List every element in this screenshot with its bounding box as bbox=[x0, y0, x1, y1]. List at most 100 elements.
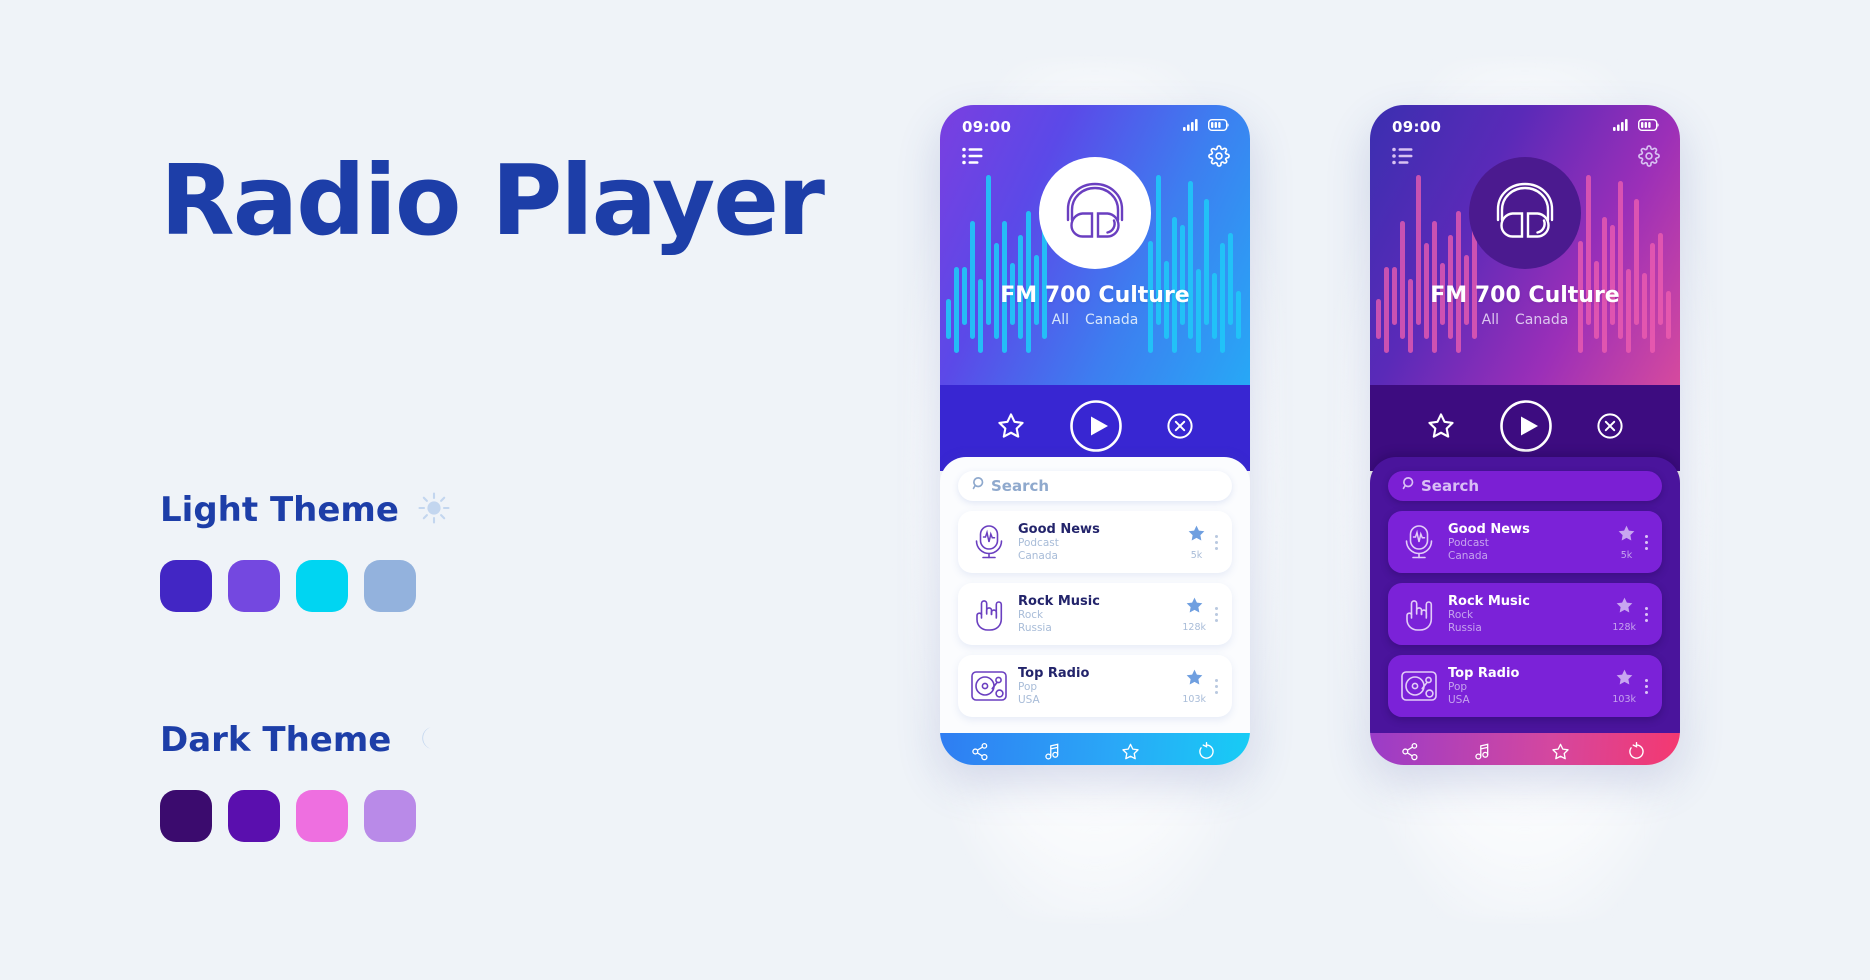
station-genre: Pop bbox=[1448, 681, 1468, 694]
nav-item-recent[interactable]: Recent bbox=[1190, 741, 1225, 766]
search-icon bbox=[972, 476, 987, 496]
nav-item-browse[interactable]: Browse bbox=[1034, 742, 1070, 766]
rock-hand-icon bbox=[1398, 596, 1440, 632]
waveform-bar bbox=[1626, 269, 1631, 353]
more-options-icon[interactable] bbox=[1645, 678, 1648, 694]
station-tag-all: All bbox=[1481, 312, 1500, 328]
list-menu-icon[interactable] bbox=[962, 147, 984, 170]
headphones-icon bbox=[1487, 176, 1563, 251]
nav-item-favorite[interactable]: Favorite bbox=[1110, 742, 1150, 766]
listener-count: 5k bbox=[1190, 549, 1203, 561]
swatch-light-4 bbox=[364, 560, 416, 612]
station-country: Canada bbox=[1448, 549, 1488, 562]
station-country: Canada bbox=[1018, 549, 1058, 562]
refresh-clock-icon bbox=[1197, 741, 1216, 766]
search-input[interactable]: Search bbox=[958, 471, 1232, 501]
star-outline-icon[interactable] bbox=[1426, 411, 1456, 446]
station-genre: Podcast bbox=[1018, 537, 1059, 550]
swatch-light-2 bbox=[228, 560, 280, 612]
more-options-icon[interactable] bbox=[1645, 534, 1648, 550]
listener-count: 128k bbox=[1612, 621, 1636, 633]
microphone-icon bbox=[968, 524, 1010, 560]
favorite-group: 128k bbox=[1182, 596, 1206, 633]
dot bbox=[1645, 612, 1648, 616]
search-input[interactable]: Search bbox=[1388, 471, 1662, 501]
star-filled-icon[interactable] bbox=[1185, 596, 1204, 620]
bottom-navigation: Share Browse bbox=[940, 733, 1250, 765]
hero-toolbar bbox=[940, 141, 1250, 175]
close-circle-icon[interactable] bbox=[1166, 412, 1194, 445]
play-circle-icon[interactable] bbox=[1499, 399, 1553, 458]
station-info: Top Radio Pop USA bbox=[1440, 666, 1612, 706]
more-options-icon[interactable] bbox=[1215, 606, 1218, 622]
station-name: Rock Music bbox=[1018, 593, 1100, 609]
favorite-group: 5k bbox=[1187, 524, 1206, 561]
swatch-light-1 bbox=[160, 560, 212, 612]
table-row[interactable]: Good News Podcast Canada 5k bbox=[958, 511, 1232, 573]
star-filled-icon[interactable] bbox=[1187, 524, 1206, 548]
nav-item-favorite[interactable]: Favorite bbox=[1540, 742, 1580, 766]
waveform-bar bbox=[1456, 211, 1461, 353]
station-actions: 5k bbox=[1187, 524, 1220, 561]
dot bbox=[1645, 690, 1648, 694]
swatch-dark-2 bbox=[228, 790, 280, 842]
station-name: Good News bbox=[1018, 521, 1100, 537]
light-screen: 09:00 FM 700 Culture All Canada Search G… bbox=[940, 105, 1250, 765]
station-info: Top Radio Pop USA bbox=[1010, 666, 1182, 706]
table-row[interactable]: Rock Music Rock Russia 128k bbox=[958, 583, 1232, 645]
dark-phone-mockup: 09:00 FM 700 Culture All Canada Search G… bbox=[1335, 60, 1715, 920]
page-title: Radio Player bbox=[160, 144, 825, 257]
list-menu-icon[interactable] bbox=[1392, 147, 1414, 170]
more-options-icon[interactable] bbox=[1645, 606, 1648, 622]
waveform-bar bbox=[954, 267, 959, 353]
signal-bars-icon bbox=[1183, 118, 1200, 136]
hero-section: 09:00 FM 700 Culture All Canada bbox=[940, 105, 1250, 385]
star-outline-icon[interactable] bbox=[996, 411, 1026, 446]
dot bbox=[1215, 678, 1218, 682]
star-filled-icon[interactable] bbox=[1617, 524, 1636, 548]
nav-item-share[interactable]: Share bbox=[1396, 742, 1425, 766]
search-icon bbox=[1402, 476, 1417, 496]
more-options-icon[interactable] bbox=[1215, 534, 1218, 550]
station-actions: 128k bbox=[1612, 596, 1650, 633]
star-filled-icon[interactable] bbox=[1185, 668, 1204, 692]
play-circle-icon[interactable] bbox=[1069, 399, 1123, 458]
status-time: 09:00 bbox=[962, 118, 1012, 136]
rock-hand-icon bbox=[968, 596, 1010, 632]
station-name: Good News bbox=[1448, 521, 1530, 537]
gear-icon[interactable] bbox=[1208, 144, 1230, 172]
dark-theme-label: Dark Theme bbox=[160, 720, 392, 760]
table-row[interactable]: Good News Podcast Canada 5k bbox=[1388, 511, 1662, 573]
battery-icon bbox=[1207, 118, 1230, 136]
hero-section: 09:00 FM 700 Culture All Canada bbox=[1370, 105, 1680, 385]
station-actions: 5k bbox=[1617, 524, 1650, 561]
station-tag-country: Canada bbox=[1085, 312, 1139, 328]
star-filled-icon[interactable] bbox=[1615, 668, 1634, 692]
headphones-icon bbox=[1057, 176, 1133, 251]
nav-item-share[interactable]: Share bbox=[966, 742, 995, 766]
station-info: Rock Music Rock Russia bbox=[1010, 594, 1182, 634]
station-title: FM 700 Culture bbox=[1000, 283, 1190, 308]
refresh-clock-icon bbox=[1627, 741, 1646, 766]
station-tag-country: Canada bbox=[1515, 312, 1569, 328]
station-info: Good News Podcast Canada bbox=[1440, 522, 1617, 562]
music-notes-icon bbox=[1473, 742, 1492, 766]
nav-item-recent[interactable]: Recent bbox=[1620, 741, 1655, 766]
waveform-bar bbox=[1180, 225, 1185, 325]
status-indicators bbox=[1183, 118, 1230, 136]
nav-item-browse[interactable]: Browse bbox=[1464, 742, 1500, 766]
table-row[interactable]: Rock Music Rock Russia 128k bbox=[1388, 583, 1662, 645]
close-circle-icon[interactable] bbox=[1596, 412, 1624, 445]
star-filled-icon[interactable] bbox=[1615, 596, 1634, 620]
more-options-icon[interactable] bbox=[1215, 678, 1218, 694]
station-tags: All Canada bbox=[940, 312, 1250, 328]
favorite-group: 128k bbox=[1612, 596, 1636, 633]
dot bbox=[1645, 540, 1648, 544]
dot bbox=[1215, 618, 1218, 622]
gear-icon[interactable] bbox=[1638, 144, 1660, 172]
favorite-group: 103k bbox=[1612, 668, 1636, 705]
table-row[interactable]: Top Radio Pop USA 103k bbox=[958, 655, 1232, 717]
table-row[interactable]: Top Radio Pop USA 103k bbox=[1388, 655, 1662, 717]
station-country: USA bbox=[1448, 693, 1470, 706]
music-notes-icon bbox=[1043, 742, 1062, 766]
